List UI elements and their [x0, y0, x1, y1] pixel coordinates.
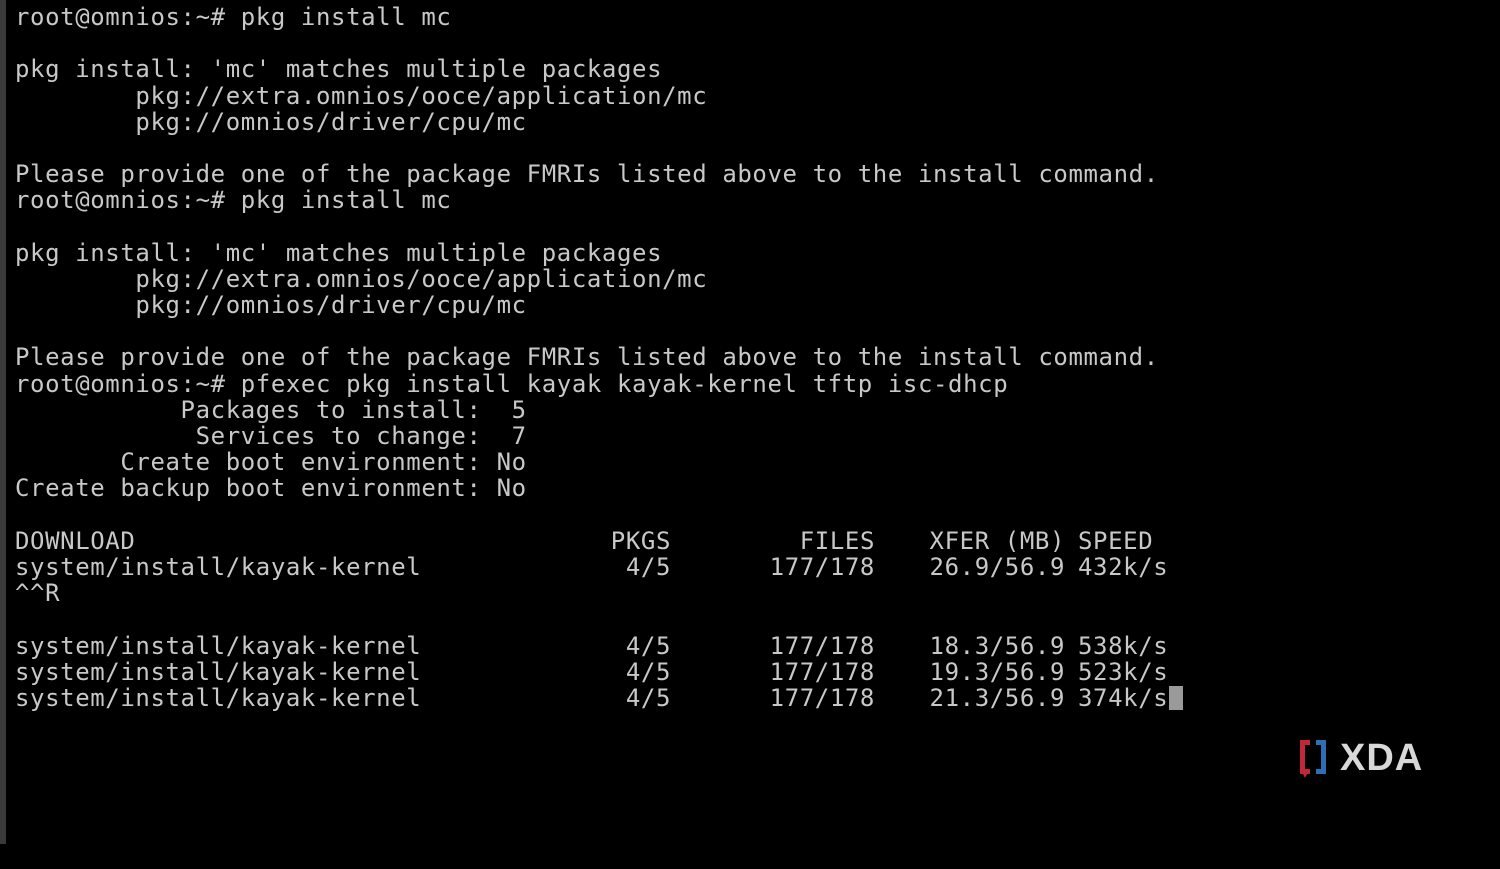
terminal-line: pkg://omnios/driver/cpu/mc: [15, 291, 527, 320]
download-files-progress: 177/178: [769, 631, 875, 660]
terminal-line: root@omnios:~# pkg install mc: [15, 186, 452, 215]
download-row: system/install/kayak-kernel 4/5 177/178 …: [15, 631, 1495, 660]
terminal-line: pkg://extra.omnios/ooce/application/mc: [15, 264, 708, 293]
download-speed: 432k/s: [1078, 552, 1169, 581]
terminal-interrupt-line: ^^R: [15, 579, 61, 608]
download-package-name: system/install/kayak-kernel: [15, 631, 422, 660]
column-header-pkgs: PKGS: [610, 526, 671, 555]
download-package-name: system/install/kayak-kernel: [15, 657, 422, 686]
download-xfer-progress: 18.3/56.9: [929, 631, 1065, 660]
xda-watermark-logo: XDA: [1300, 737, 1423, 779]
column-header-files: FILES: [799, 526, 875, 555]
terminal-output[interactable]: root@omnios:~# pkg install mc pkg instal…: [15, 4, 1495, 711]
download-speed: 538k/s: [1078, 631, 1169, 660]
terminal-line: root@omnios:~# pfexec pkg install kayak …: [15, 369, 1009, 398]
column-header-xfer: XFER (MB): [929, 526, 1065, 555]
column-header-download: DOWNLOAD: [15, 526, 136, 555]
download-xfer-progress: 19.3/56.9: [929, 657, 1065, 686]
download-package-name: system/install/kayak-kernel: [15, 552, 422, 581]
terminal-line: pkg://extra.omnios/ooce/application/mc: [15, 81, 708, 110]
terminal-line: Please provide one of the package FMRIs …: [15, 160, 1159, 189]
terminal-line: pkg install: 'mc' matches multiple packa…: [15, 238, 663, 267]
download-xfer-progress: 26.9/56.9: [929, 552, 1065, 581]
terminal-line: root@omnios:~# pkg install mc: [15, 3, 452, 31]
download-row: system/install/kayak-kernel 4/5 177/178 …: [15, 554, 1495, 580]
download-xfer-progress: 21.3/56.9: [929, 683, 1065, 712]
download-row: system/install/kayak-kernel 4/5 177/178 …: [15, 657, 1495, 686]
terminal-line: pkg install: 'mc' matches multiple packa…: [15, 55, 663, 84]
terminal-line: Create boot environment: No: [15, 448, 527, 477]
terminal-line: Create backup boot environment: No: [15, 474, 527, 503]
download-pkgs-progress: 4/5: [625, 631, 671, 660]
window-left-edge: [0, 0, 6, 844]
download-package-name: system/install/kayak-kernel: [15, 683, 422, 712]
column-header-speed: SPEED: [1078, 526, 1154, 555]
xda-bracket-icon: [1300, 740, 1326, 778]
terminal-line: pkg://omnios/driver/cpu/mc: [15, 107, 527, 136]
download-speed: 523k/s: [1078, 657, 1169, 686]
download-files-progress: 177/178: [769, 657, 875, 686]
terminal-line: Packages to install: 5: [15, 395, 527, 424]
download-pkgs-progress: 4/5: [625, 683, 671, 712]
download-speed: 374k/s: [1078, 683, 1169, 712]
download-pkgs-progress: 4/5: [625, 552, 671, 581]
terminal-line: Services to change: 7: [15, 422, 527, 450]
download-pkgs-progress: 4/5: [625, 657, 671, 686]
download-row: system/install/kayak-kernel 4/5 177/178 …: [15, 685, 1495, 711]
download-files-progress: 177/178: [769, 552, 875, 581]
download-table-header: DOWNLOAD PKGS FILES XFER (MB) SPEED: [15, 528, 1495, 554]
download-files-progress: 177/178: [769, 683, 875, 712]
xda-watermark-text: XDA: [1340, 737, 1423, 779]
terminal-line: Please provide one of the package FMRIs …: [15, 343, 1159, 372]
terminal-cursor: [1169, 685, 1184, 710]
